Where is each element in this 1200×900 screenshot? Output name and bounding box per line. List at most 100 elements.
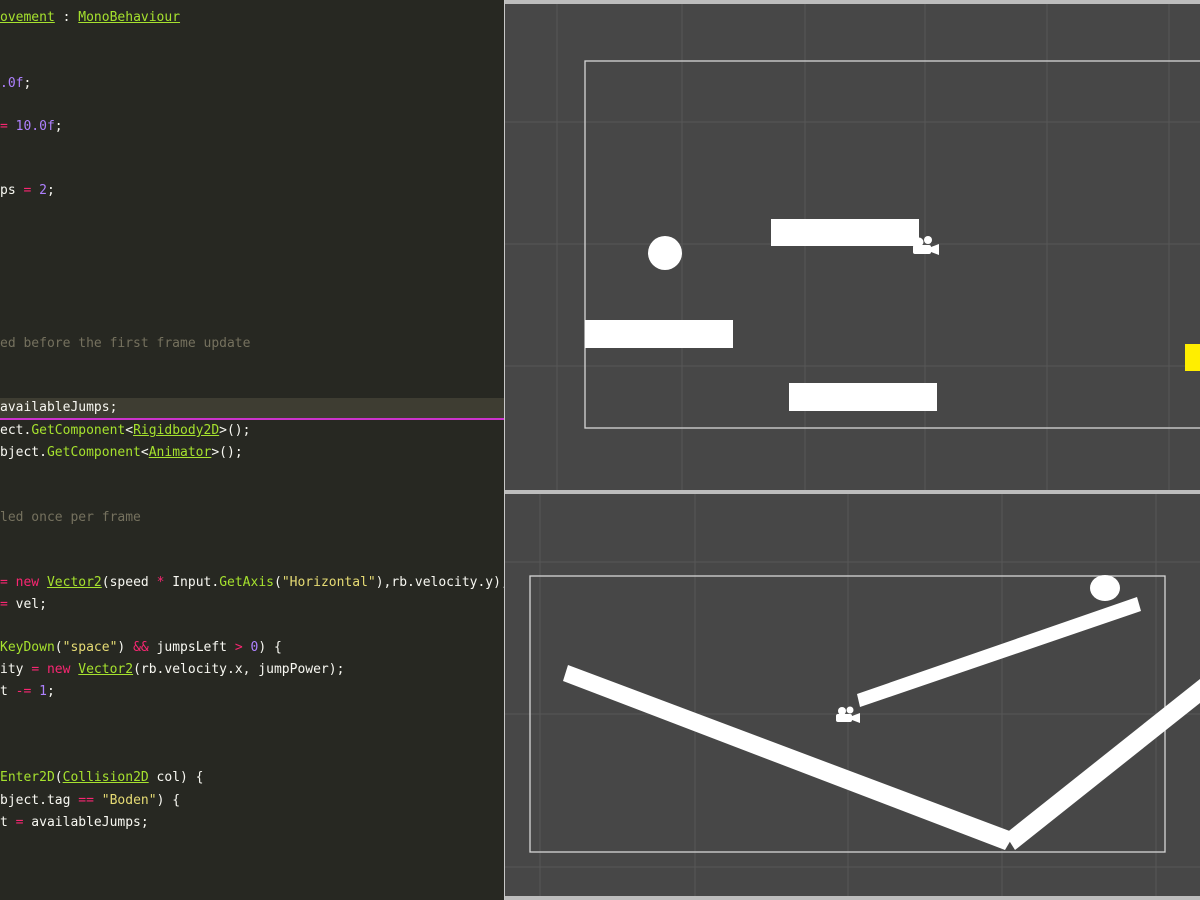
code-token: && [133,640,149,655]
code-token: > [234,640,243,655]
code-line[interactable]: ect.GetComponent<Rigidbody2D>(); [0,421,250,441]
code-token: new [46,662,79,677]
scene-view-bottom[interactable] [505,494,1200,896]
ball [1090,575,1120,601]
code-token: (speed [101,575,157,590]
code-line[interactable]: led once per frame [0,508,141,528]
platform-top [771,219,919,246]
code-token: 1 [39,684,47,699]
code-token: Collision2D [62,770,149,785]
code-token: "space" [62,640,118,655]
camera-gizmo-icon [836,706,860,723]
code-line[interactable]: ps = 2; [0,181,55,201]
code-token: t [0,815,16,830]
code-token: availableJumps; [23,815,149,830]
code-token: bject.tag [0,793,79,808]
code-token: GetComponent [46,445,141,460]
scene-top-canvas [505,4,1200,490]
scene-bottom-canvas [505,494,1200,896]
code-token: jumpsLeft [148,640,235,655]
code-line[interactable]: ity = new Vector2(rb.velocity.x, jumpPow… [0,660,344,680]
code-token: = [0,597,16,612]
code-token: ed before the first frame update [0,336,251,351]
code-line[interactable]: t = availableJumps; [0,813,149,833]
code-token: availableJumps; [0,400,118,415]
code-token: = [31,662,40,677]
code-line[interactable]: ed before the first frame update [0,334,250,354]
ramp-left [563,665,1015,850]
code-token: bject. [0,445,47,460]
code-token: col) { [148,770,204,785]
code-editor[interactable]: ovement : MonoBehaviour .0f; = 10.0f; ps = … [0,0,504,900]
code-line[interactable]: Enter2D(Collision2D col) { [0,768,204,788]
platform-left [585,320,733,348]
editor-divider [0,418,504,420]
code-line[interactable]: availableJumps; [0,398,117,418]
code-token: ; [23,76,32,91]
code-line[interactable]: t -= 1; [0,682,55,702]
code-line[interactable]: bject.tag == "Boden") { [0,791,180,811]
code-token: ; [46,684,55,699]
code-token: == [78,793,94,808]
camera-gizmo-icon [913,236,939,255]
code-token: ) { [258,640,282,655]
code-token: >(); [211,445,243,460]
platform-bottom [789,383,937,411]
code-token: Rigidbody2D [133,423,220,438]
code-line[interactable]: = vel; [0,595,47,615]
code-token: < [125,423,134,438]
code-token: t [0,684,16,699]
scene-view-top[interactable] [505,4,1200,490]
code-line[interactable]: = 10.0f; [0,117,63,137]
code-token: "Boden" [101,793,157,808]
code-token: = [0,575,16,590]
ramp-upper [857,597,1141,707]
code-token: ) [117,640,134,655]
code-token: "Horizontal" [281,575,376,590]
code-token: MonoBehaviour [78,10,181,25]
code-token: ; [46,183,55,198]
code-token: led once per frame [0,510,141,525]
code-token: Animator [148,445,212,460]
code-line[interactable]: = new Vector2(speed * Input.GetAxis("Hor… [0,573,504,593]
code-token: ( [273,575,282,590]
code-token: ect. [0,423,32,438]
grid [505,4,1200,490]
code-token: 2 [39,183,47,198]
code-line[interactable]: .0f; [0,74,31,94]
code-token: vel; [15,597,47,612]
code-token: = [0,119,16,134]
code-token: 10.0f [15,119,55,134]
code-token: ps [0,183,24,198]
bottom-border [505,896,1200,900]
code-token: ( [54,640,63,655]
code-token: -= [15,684,32,699]
code-token: < [140,445,149,460]
code-token: >(); [219,423,251,438]
code-token: ity [0,662,32,677]
code-line[interactable]: ovement : MonoBehaviour [0,8,180,28]
ball [648,236,682,270]
code-token: ) { [156,793,181,808]
code-token: KeyDown [0,640,55,655]
code-line[interactable]: bject.GetComponent<Animator>(); [0,443,243,463]
code-token: ovement [0,10,55,25]
code-token: new [15,575,47,590]
code-token: .0f [0,76,24,91]
code-token: ( [54,770,63,785]
code-token: : [54,10,79,25]
code-token: GetComponent [31,423,126,438]
code-token: ; [54,119,63,134]
goal-object [1185,344,1200,371]
ramp-right [1005,679,1200,850]
code-line[interactable]: KeyDown("space") && jumpsLeft > 0) { [0,638,282,658]
code-token: Vector2 [78,662,134,677]
code-token: Enter2D [0,770,55,785]
code-token: Input. [164,575,220,590]
code-token: ),rb.velocity.y); [375,575,504,590]
code-token: GetAxis [219,575,274,590]
